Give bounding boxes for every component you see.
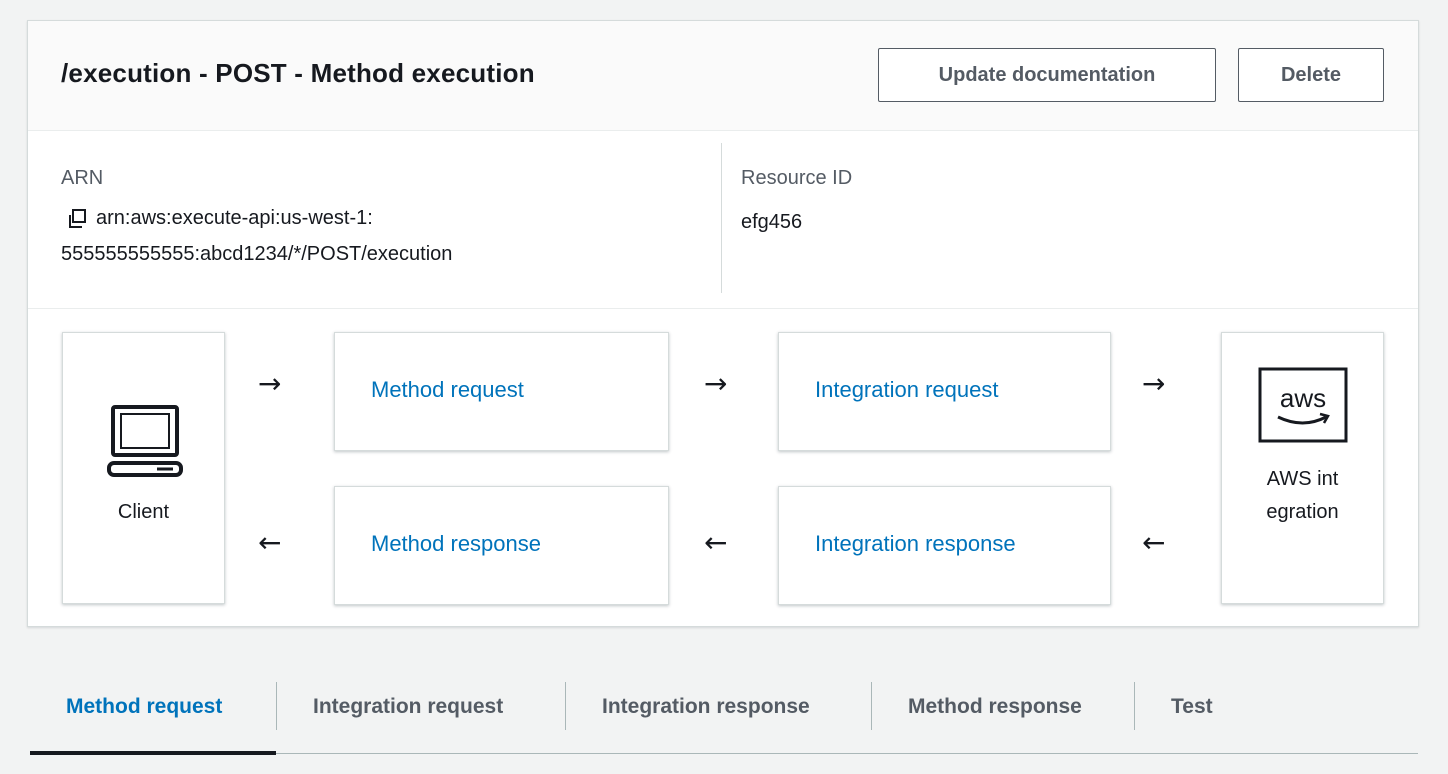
- arn-value-line1: arn:aws:execute-api:us-west-1:: [61, 207, 373, 230]
- arn-text-line1: arn:aws:execute-api:us-west-1:: [96, 207, 373, 229]
- tab-separator: [1134, 682, 1135, 730]
- aws-integration-box: aws AWS integration: [1221, 332, 1384, 604]
- active-tab-indicator: [30, 751, 276, 755]
- page-title: /execution - POST - Method execution: [61, 58, 535, 88]
- resource-id-label: Resource ID: [741, 167, 853, 189]
- method-response-box: Method response: [334, 486, 669, 605]
- laptop-icon: [105, 403, 185, 486]
- arrow-left-icon: ←: [704, 526, 728, 559]
- aws-integration-label: AWS integration: [1266, 468, 1339, 523]
- column-divider: [721, 143, 722, 293]
- method-request-link[interactable]: Method request: [371, 377, 524, 403]
- method-response-link[interactable]: Method response: [371, 531, 541, 557]
- tab-method-request[interactable]: Method request: [66, 658, 222, 754]
- integration-response-box: Integration response: [778, 486, 1111, 605]
- update-documentation-button[interactable]: Update documentation: [878, 48, 1216, 102]
- tab-separator: [276, 682, 277, 730]
- tab-separator: [565, 682, 566, 730]
- method-execution-panel: /execution - POST - Method execution Upd…: [27, 20, 1419, 627]
- integration-response-link[interactable]: Integration response: [815, 531, 1016, 557]
- arrow-right-icon: →: [258, 367, 282, 400]
- svg-text:aws: aws: [1280, 383, 1326, 413]
- client-box: Client: [62, 332, 225, 604]
- method-request-box: Method request: [334, 332, 669, 451]
- arn-label: ARN: [61, 167, 104, 189]
- aws-logo-icon: aws: [1258, 367, 1348, 448]
- arrow-left-icon: ←: [1142, 526, 1166, 559]
- panel-header: /execution - POST - Method execution Upd…: [28, 21, 1418, 131]
- tab-test[interactable]: Test: [1171, 658, 1213, 754]
- copy-icon[interactable]: [66, 208, 88, 230]
- delete-button[interactable]: Delete: [1238, 48, 1384, 102]
- arrow-right-icon: →: [704, 367, 728, 400]
- tab-separator: [871, 682, 872, 730]
- tab-method-response[interactable]: Method response: [908, 658, 1082, 754]
- resource-id-value: efg456: [741, 211, 803, 233]
- tab-integration-request[interactable]: Integration request: [313, 658, 503, 754]
- integration-request-box: Integration request: [778, 332, 1111, 451]
- arrow-right-icon: →: [1142, 367, 1166, 400]
- integration-request-link[interactable]: Integration request: [815, 377, 998, 403]
- arn-value-line2: 555555555555:abcd1234/*/POST/execution: [61, 243, 453, 265]
- arrow-left-icon: ←: [258, 526, 282, 559]
- client-label: Client: [117, 501, 170, 523]
- tab-integration-response[interactable]: Integration response: [602, 658, 810, 754]
- details-section: ARN arn:aws:execute-api:us-west-1: 55555…: [28, 131, 1418, 309]
- method-tabs: Method request Integration request Integ…: [30, 658, 1418, 755]
